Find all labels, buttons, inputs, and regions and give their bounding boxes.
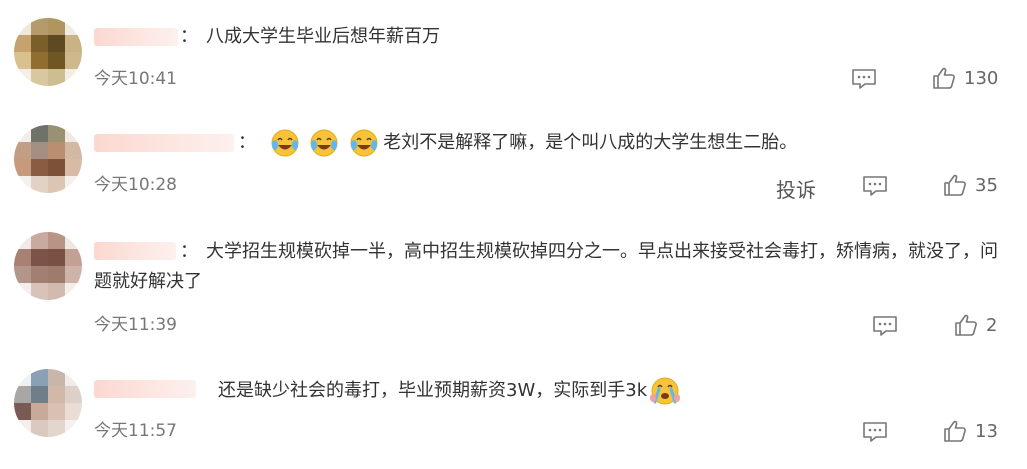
- thumbs-up-icon[interactable]: [943, 173, 967, 197]
- comment-text: 还是缺少社会的毒打，毕业预期薪资3W，实际到手3k: [218, 376, 685, 406]
- comment-body: 大学招生规模砍掉一半，高中招生规模砍掉四分之一。早点出来接受社会毒打，矫情病，就…: [94, 241, 998, 292]
- username[interactable]: [94, 380, 196, 398]
- avatar[interactable]: [14, 232, 82, 300]
- comment-body: 还是缺少社会的毒打，毕业预期薪资3W，实际到手3k: [218, 380, 648, 401]
- laugh-cry-emoji: [350, 129, 378, 157]
- thumbs-up-icon[interactable]: [932, 66, 956, 90]
- reply-icon[interactable]: [862, 175, 888, 197]
- timestamp: 今天11:39: [94, 315, 177, 335]
- comment-text: ： 八成大学生毕业后想年薪百万: [180, 22, 440, 52]
- colon: ：: [180, 241, 198, 262]
- timestamp: 今天11:57: [94, 421, 177, 441]
- reply-icon[interactable]: [851, 68, 877, 90]
- avatar[interactable]: [14, 125, 82, 193]
- like-count: 130: [964, 68, 999, 89]
- reply-icon[interactable]: [872, 315, 898, 337]
- like-count: 13: [975, 421, 998, 442]
- comment-text: ： 老刘不是解释了嘛，是个叫八成的大学生想生二胎。: [238, 128, 797, 158]
- like-count: 2: [986, 315, 998, 336]
- comment-body: 老刘不是解释了嘛，是个叫八成的大学生想生二胎。: [383, 132, 798, 153]
- username[interactable]: [94, 134, 234, 152]
- comment-text: ：大学招生规模砍掉一半，高中招生规模砍掉四分之一。早点出来接受社会毒打，矫情病，…: [94, 237, 1014, 297]
- avatar[interactable]: [14, 18, 82, 86]
- crying-emoji: [650, 377, 681, 405]
- timestamp: 今天10:28: [94, 175, 177, 195]
- thumbs-up-icon[interactable]: [943, 419, 967, 443]
- like-count: 35: [975, 175, 998, 196]
- reply-icon[interactable]: [862, 421, 888, 443]
- colon: ：: [180, 26, 198, 47]
- timestamp: 今天10:41: [94, 69, 177, 89]
- laugh-cry-emoji: [271, 129, 299, 157]
- thumbs-up-icon[interactable]: [954, 313, 978, 337]
- laugh-cry-emoji: [310, 129, 338, 157]
- avatar[interactable]: [14, 369, 82, 437]
- username[interactable]: [94, 28, 178, 46]
- comment-body: 八成大学生毕业后想年薪百万: [206, 26, 440, 47]
- report-button[interactable]: 投诉: [776, 174, 816, 203]
- colon: ：: [238, 132, 256, 153]
